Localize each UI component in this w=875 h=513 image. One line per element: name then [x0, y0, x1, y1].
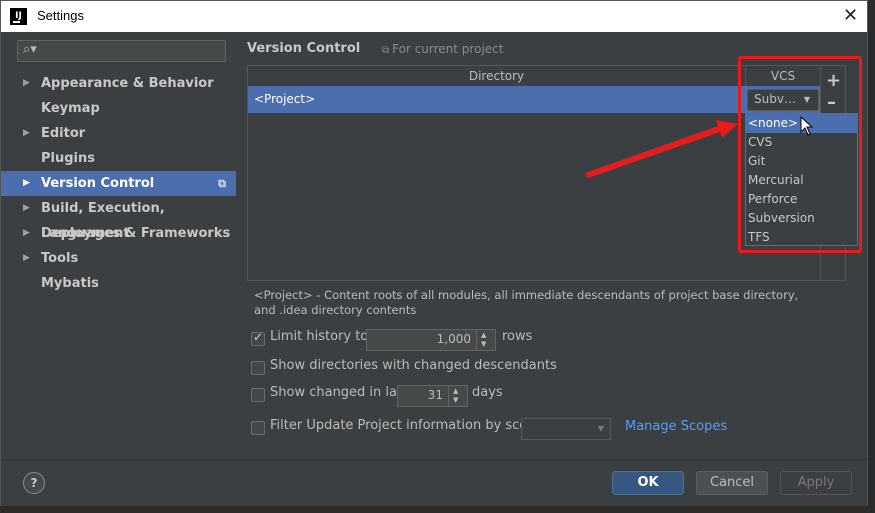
tree-item-label: Plugins [41, 151, 95, 166]
manage-scopes-link[interactable]: Manage Scopes [625, 419, 727, 434]
tree-item-label: Keymap [41, 101, 100, 116]
background-editor-edge [868, 0, 875, 513]
column-header-directory[interactable]: Directory [248, 66, 746, 86]
cancel-button[interactable]: Cancel [696, 471, 768, 495]
tree-item-label: Tools [41, 251, 79, 266]
tree-item-appearance-behavior[interactable]: ▶ Appearance & Behavior [1, 71, 236, 96]
window-title: Settings [37, 8, 84, 23]
stepper-buttons: ▲ ▼ [448, 386, 467, 406]
vcs-option-mercurial[interactable]: Mercurial [746, 171, 857, 190]
show-changed-checkbox[interactable] [251, 388, 265, 402]
vcs-select[interactable]: Subv… ▼ [747, 89, 819, 111]
apply-button[interactable]: Apply [780, 471, 852, 495]
tree-item-editor[interactable]: ▶ Editor [1, 121, 236, 146]
vcs-option-subversion[interactable]: Subversion [746, 209, 857, 228]
show-changed-value: 31 [427, 388, 443, 402]
tree-item-tools[interactable]: ▶ Tools [1, 246, 236, 271]
tree-item-label: Version Control [41, 176, 155, 191]
show-changed-label: Show changed in last [270, 385, 409, 400]
settings-sidebar: ⌕▾ ▶ Appearance & Behavior Keymap ▶ Edit… [1, 32, 236, 459]
scope-select[interactable]: ▼ [521, 418, 611, 440]
show-changed-suffix: days [472, 385, 503, 400]
directory-cell[interactable]: <Project> [254, 86, 315, 113]
scope-hint-text: For current project [392, 42, 504, 56]
vcs-option-perforce[interactable]: Perforce [746, 190, 857, 209]
help-button[interactable]: ? [23, 472, 45, 494]
limit-history-label: Limit history to: [270, 329, 373, 344]
settings-tree: ▶ Appearance & Behavior Keymap ▶ Editor … [1, 71, 236, 296]
table-row[interactable]: <Project> Subv… ▼ [248, 86, 820, 113]
scope-hint: ⧉ For current project [382, 42, 503, 56]
tree-item-label: Mybatis [41, 276, 99, 291]
close-icon[interactable]: ✕ [843, 5, 858, 26]
vcs-select-value: Subv… [754, 92, 796, 106]
ok-button[interactable]: OK [612, 471, 684, 495]
search-input[interactable] [40, 42, 224, 62]
show-changed-stepper[interactable]: 31 ▲ ▼ [397, 385, 468, 407]
stepper-buttons: ▲ ▼ [476, 330, 495, 350]
search-icon[interactable]: ⌕▾ [23, 42, 37, 57]
tree-item-label: Appearance & Behavior [41, 76, 214, 91]
tree-item-version-control[interactable]: ▶ Version Control ⧉ [1, 171, 236, 196]
limit-history-stepper[interactable]: 1,000 ▲ ▼ [366, 329, 496, 351]
filter-update-checkbox[interactable] [251, 421, 265, 435]
tree-item-build-execution-deployment[interactable]: ▶ Build, Execution, Deployment [1, 196, 236, 241]
tree-item-mybatis[interactable]: Mybatis [1, 271, 236, 296]
expand-arrow-icon[interactable]: ▶ [23, 246, 30, 271]
show-changed-row: Show changed in last 31 ▲ ▼ days [251, 385, 551, 407]
remove-icon[interactable]: – [827, 92, 836, 113]
limit-history-value: 1,000 [436, 332, 471, 346]
expand-arrow-icon[interactable]: ▶ [23, 221, 30, 246]
tree-item-keymap[interactable]: Keymap [1, 96, 236, 121]
tree-item-label: Editor [41, 126, 86, 141]
project-scope-icon: ⧉ [382, 45, 390, 56]
mouse-cursor-icon [800, 116, 814, 136]
page-title: Version Control [247, 41, 361, 56]
chevron-down-icon[interactable]: ▼ [804, 95, 810, 104]
settings-dialog: IJ Settings ✕ ⌕▾ ▶ Appearance & Behavior… [0, 0, 868, 506]
tree-item-plugins[interactable]: Plugins [1, 146, 236, 171]
spin-down-icon[interactable]: ▼ [481, 340, 486, 348]
app-logo-icon: IJ [10, 8, 27, 25]
table-header: Directory VCS [248, 66, 820, 87]
expand-arrow-icon[interactable]: ▶ [23, 71, 30, 96]
tree-item-label: Languages & Frameworks [41, 226, 231, 241]
show-dirs-checkbox[interactable] [251, 361, 265, 375]
expand-arrow-icon[interactable]: ▶ [23, 171, 30, 196]
project-scope-icon: ⧉ [218, 177, 226, 190]
background-editor-strip [0, 506, 875, 513]
column-header-vcs[interactable]: VCS [746, 66, 820, 86]
spin-up-icon[interactable]: ▲ [453, 387, 458, 395]
title-bar: IJ Settings ✕ [1, 1, 867, 32]
filter-update-label: Filter Update Project information by sco… [270, 418, 544, 433]
limit-history-suffix: rows [502, 329, 533, 344]
limit-history-checkbox[interactable] [251, 330, 265, 346]
vcs-mapping-table: Directory VCS <Project> Subv… ▼ [247, 65, 821, 281]
expand-arrow-icon[interactable]: ▶ [23, 196, 30, 221]
show-dirs-label: Show directories with changed descendant… [270, 358, 557, 373]
spin-down-icon[interactable]: ▼ [453, 396, 458, 404]
show-dirs-row: Show directories with changed descendant… [251, 358, 651, 380]
chevron-down-icon[interactable]: ▼ [598, 424, 604, 433]
limit-history-row: Limit history to: 1,000 ▲ ▼ rows [251, 329, 631, 351]
filter-update-row: Filter Update Project information by sco… [251, 418, 851, 440]
search-box: ⌕▾ [17, 40, 226, 62]
vcs-option-git[interactable]: Git [746, 152, 857, 171]
expand-arrow-icon[interactable]: ▶ [23, 121, 30, 146]
add-icon[interactable]: + [826, 70, 841, 91]
tree-item-languages-frameworks[interactable]: ▶ Languages & Frameworks [1, 221, 236, 246]
directory-description: <Project> - Content roots of all modules… [254, 288, 799, 317]
dialog-buttons: ? OK Cancel Apply [1, 459, 867, 506]
vcs-option-tfs[interactable]: TFS [746, 228, 857, 247]
spin-up-icon[interactable]: ▲ [481, 331, 486, 339]
